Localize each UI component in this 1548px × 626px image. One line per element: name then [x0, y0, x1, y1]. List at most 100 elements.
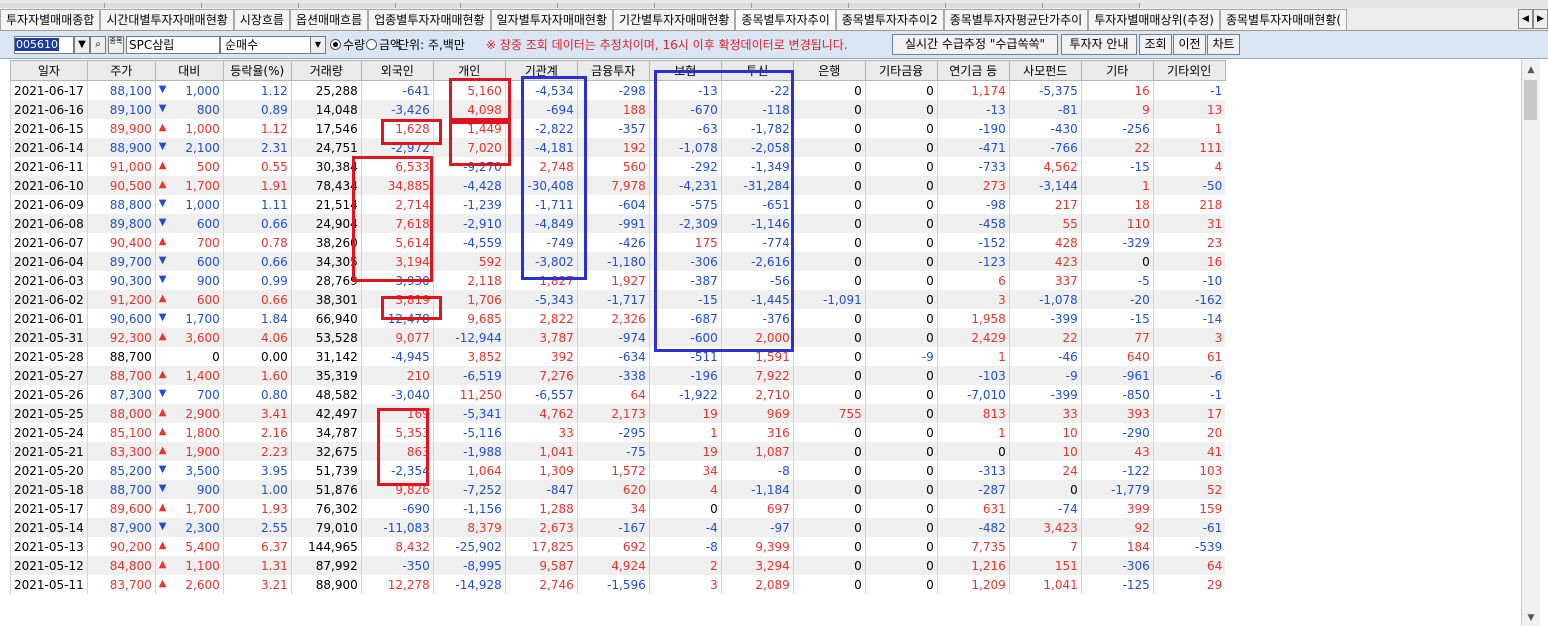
table-row[interactable]: 2021-05-14 87,900 ▼ 2,300 2.55 79,010 -11,083 8…: [10, 518, 1226, 537]
column-header[interactable]: 기타외인: [1152, 60, 1226, 81]
tab-0[interactable]: 투자자별매매종합: [0, 9, 101, 30]
table-row[interactable]: 2021-06-16 89,100 ▼ 800 0.89 14,048 -3,426 4,09…: [10, 100, 1226, 119]
cell-rate: 0.55: [222, 157, 292, 176]
table-row[interactable]: 2021-05-31 92,300 ▲ 3,600 4.06 53,528 9,077 -12…: [10, 328, 1226, 347]
chart-button[interactable]: 차트: [1207, 34, 1240, 55]
cell-change-value: 2,100: [185, 140, 220, 155]
cell-investor-value: -1,596: [576, 575, 650, 594]
cell-volume: 78,434: [290, 176, 362, 195]
column-header[interactable]: 거래량: [290, 60, 362, 81]
table-row[interactable]: 2021-06-10 90,500 ▲ 1,700 1.91 78,434 34,885 -4…: [10, 176, 1226, 195]
tab-10[interactable]: 투자자별매매상위(추정): [1088, 9, 1220, 30]
stock-code-input[interactable]: 005610: [14, 36, 74, 54]
cell-investor-value: 9,685: [432, 309, 506, 328]
table-row[interactable]: 2021-06-03 90,300 ▼ 900 0.99 28,769 -3,930 2,11…: [10, 271, 1226, 290]
scroll-down-icon[interactable]: ▼: [1522, 610, 1540, 626]
tab-9[interactable]: 종목별투자자평균단가추이: [943, 9, 1089, 30]
tab-8[interactable]: 종목별투자자추이2: [835, 9, 944, 30]
vertical-scrollbar[interactable]: ▲ ▼: [1521, 60, 1540, 626]
column-header[interactable]: 주가: [86, 60, 156, 81]
column-header[interactable]: 일자: [10, 60, 88, 81]
cell-date: 2021-05-11: [10, 575, 88, 594]
table-row[interactable]: 2021-06-15 89,900 ▲ 1,000 1.12 17,546 1,628 1,4…: [10, 119, 1226, 138]
up-triangle-icon: ▲: [158, 330, 167, 342]
tab-4[interactable]: 업종별투자자매매현황: [368, 9, 491, 30]
cell-investor-value: 1: [1080, 176, 1154, 195]
column-header[interactable]: 금융투자: [576, 60, 650, 81]
table-row[interactable]: 2021-05-28 88,700 0 0.00 31,142 -4,945 3,852 39…: [10, 347, 1226, 366]
query-button[interactable]: 조회: [1139, 34, 1172, 55]
trade-type-select[interactable]: 순매수 ▼: [220, 36, 326, 54]
cell-change-value: 900: [196, 482, 220, 497]
tab-5[interactable]: 일자별투자자매매현황: [490, 9, 614, 30]
cell-date: 2021-06-07: [10, 233, 88, 252]
table-row[interactable]: 2021-05-11 83,700 ▲ 2,600 3.21 88,900 12,278 -1…: [10, 575, 1226, 594]
table-row[interactable]: 2021-05-13 90,200 ▲ 5,400 6.37 144,965 8,432 -2…: [10, 537, 1226, 556]
tab-1[interactable]: 시간대별투자자매매현황: [100, 9, 234, 30]
table-row[interactable]: 2021-05-17 89,600 ▲ 1,700 1.93 76,302 -690 -1,1…: [10, 499, 1226, 518]
table-row[interactable]: 2021-05-24 85,100 ▲ 1,800 2.16 34,787 5,353 -5,…: [10, 423, 1226, 442]
table-row[interactable]: 2021-05-18 88,700 ▼ 900 1.00 51,876 9,826 -7,25…: [10, 480, 1226, 499]
table-row[interactable]: 2021-06-04 89,700 ▼ 600 0.66 34,305 3,194 592 -3…: [10, 252, 1226, 271]
cell-investor-value: 0: [864, 328, 938, 347]
cell-investor-value: -13: [936, 100, 1010, 119]
cell-volume: 35,319: [290, 366, 362, 385]
column-header[interactable]: 연기금 등: [936, 60, 1010, 81]
cell-volume: 38,301: [290, 290, 362, 309]
highlight-box-individual-2: [449, 118, 511, 166]
cell-investor-value: 0: [792, 271, 866, 290]
scroll-up-icon[interactable]: ▲: [1522, 62, 1540, 78]
column-header[interactable]: 등락율(%): [222, 60, 292, 81]
tab-11[interactable]: 종목별투자자매매현황(: [1219, 9, 1348, 30]
cell-investor-value: 0: [792, 328, 866, 347]
table-row[interactable]: 2021-06-14 88,900 ▼ 2,100 2.31 24,751 -2,972 7,…: [10, 138, 1226, 157]
cell-change: 0: [154, 347, 224, 366]
tab-2[interactable]: 시장흐름: [233, 9, 290, 30]
tab-next-button[interactable]: ▶: [1533, 9, 1548, 29]
table-row[interactable]: 2021-05-12 84,800 ▲ 1,100 1.31 87,992 -350 -8,9…: [10, 556, 1226, 575]
cell-investor-value: -1,180: [576, 252, 650, 271]
cell-change: ▲ 2,900: [154, 404, 224, 423]
dropdown-arrow-icon[interactable]: ▼: [74, 36, 90, 54]
table-row[interactable]: 2021-06-17 88,100 ▼ 1,000 1.12 25,288 -641 5,16…: [10, 80, 1226, 100]
table-row[interactable]: 2021-06-11 91,000 ▲ 500 0.55 30,384 6,533 -9,27…: [10, 157, 1226, 176]
cell-price: 89,600: [86, 499, 156, 518]
cell-investor-value: -97: [720, 518, 794, 537]
tab-3[interactable]: 옵션매매흐름: [289, 9, 369, 30]
realtime-supply-button[interactable]: 실시간 수급추정 "수급쏙쏙": [892, 34, 1058, 55]
cell-investor-value: 0: [864, 575, 938, 594]
column-header[interactable]: 은행: [792, 60, 866, 81]
cell-date: 2021-06-02: [10, 290, 88, 309]
search-icon[interactable]: ⌕: [90, 36, 106, 54]
cell-investor-value: 2,173: [576, 404, 650, 423]
cell-date: 2021-05-20: [10, 461, 88, 480]
table-row[interactable]: 2021-05-27 88,700 ▲ 1,400 1.60 35,319 210 -6,51…: [10, 366, 1226, 385]
down-triangle-icon: ▼: [158, 520, 167, 532]
investor-guide-button[interactable]: 투자자 안내: [1061, 34, 1137, 55]
radio-amount[interactable]: 금액: [348, 37, 401, 53]
tab-7[interactable]: 종목별투자자추이: [735, 9, 836, 30]
scroll-thumb[interactable]: [1524, 80, 1537, 120]
prev-button[interactable]: 이전: [1173, 34, 1206, 55]
tab-6[interactable]: 기간별투자자매매현황: [613, 9, 736, 30]
stock-icon[interactable]: 종목: [108, 36, 124, 54]
tab-prev-button[interactable]: ◀: [1518, 9, 1533, 29]
table-row[interactable]: 2021-06-09 88,800 ▼ 1,000 1.11 21,514 2,714 -1,…: [10, 195, 1226, 214]
table-row[interactable]: 2021-06-07 90,400 ▲ 700 0.78 38,260 5,614 -4,55…: [10, 233, 1226, 252]
column-header[interactable]: 대비: [154, 60, 224, 81]
table-row[interactable]: 2021-05-21 83,300 ▲ 1,900 2.23 32,675 863 -1,98…: [10, 442, 1226, 461]
column-header[interactable]: 기타: [1080, 60, 1154, 81]
table-row[interactable]: 2021-05-26 87,300 ▼ 700 0.80 48,582 -3,040 11,2…: [10, 385, 1226, 404]
table-row[interactable]: 2021-06-08 89,800 ▼ 600 0.66 24,904 7,618 -2,91…: [10, 214, 1226, 233]
column-header[interactable]: 기타금융: [864, 60, 938, 81]
table-row[interactable]: 2021-06-02 91,200 ▲ 600 0.66 38,301 3,819 1,706…: [10, 290, 1226, 309]
cell-price: 84,800: [86, 556, 156, 575]
table-row[interactable]: 2021-05-20 85,200 ▼ 3,500 3.95 51,739 -2,354 1,…: [10, 461, 1226, 480]
column-header[interactable]: 외국인: [360, 60, 434, 81]
cell-investor-value: -1,988: [432, 442, 506, 461]
cell-investor-value: 0: [792, 385, 866, 404]
cell-volume: 24,904: [290, 214, 362, 233]
table-row[interactable]: 2021-06-01 90,600 ▼ 1,700 1.84 66,940 -12,478 9…: [10, 309, 1226, 328]
column-header[interactable]: 사모펀드: [1008, 60, 1082, 81]
table-row[interactable]: 2021-05-25 88,000 ▲ 2,900 3.41 42,497 169 -5,34…: [10, 404, 1226, 423]
